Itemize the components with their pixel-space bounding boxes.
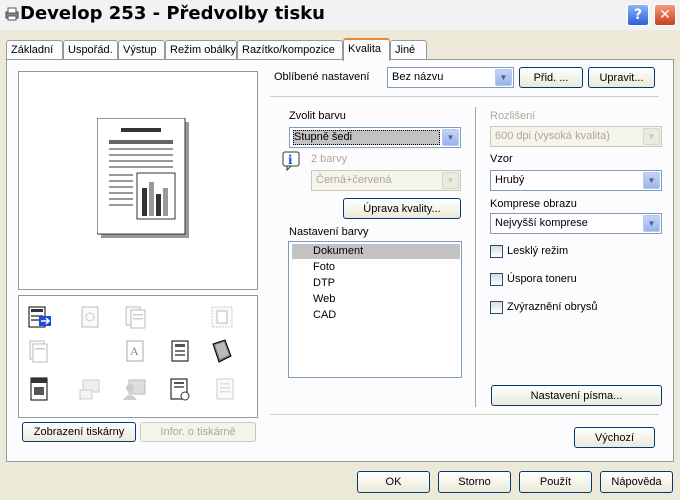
quality-adjust-button[interactable]: Úprava kvality... xyxy=(343,198,461,219)
printer-view-button[interactable]: Zobrazení tiskárny xyxy=(22,422,136,442)
user-icon xyxy=(123,379,146,400)
pattern-select[interactable]: Hrubý ▼ xyxy=(490,170,662,191)
resolution-value: 600 dpi (vysoká kvalita) xyxy=(495,130,610,142)
tab-zakladni[interactable]: Základní xyxy=(6,40,63,60)
form-icon xyxy=(171,340,189,362)
list-item[interactable]: Foto xyxy=(289,260,457,275)
favorites-value: Bez názvu xyxy=(392,71,444,83)
glossy-label: Lesklý režim xyxy=(507,245,569,257)
font-icon: A xyxy=(126,340,144,362)
tab-rezim-obalky[interactable]: Režim obálky xyxy=(165,40,237,60)
edge-enhance-checkbox[interactable] xyxy=(490,301,503,314)
chevron-down-icon: ▼ xyxy=(442,129,459,146)
compression-label: Komprese obrazu xyxy=(490,198,577,210)
two-colors-select: Černá+červená ▼ xyxy=(311,170,461,191)
chevron-down-icon: ▼ xyxy=(643,172,660,189)
tab-razitko[interactable]: Razítko/kompozice xyxy=(237,40,343,60)
favorites-label: Oblíbené nastavení xyxy=(274,71,370,83)
list-item[interactable]: DTP xyxy=(289,276,457,291)
feature-icon-panel: A xyxy=(18,295,258,418)
copies-icon xyxy=(29,340,48,363)
layout-icon xyxy=(28,306,51,328)
font-settings-button[interactable]: Nastavení písma... xyxy=(491,385,662,406)
printer-info-button: Infor. o tiskárně xyxy=(140,422,256,442)
chevron-down-icon: ▼ xyxy=(643,215,660,232)
compression-select[interactable]: Nejvyšší komprese ▼ xyxy=(490,213,662,234)
tab-jine[interactable]: Jiné xyxy=(390,40,427,60)
cancel-button[interactable]: Storno xyxy=(438,471,511,493)
toner-save-label: Úspora toneru xyxy=(507,273,577,285)
ok-button[interactable]: OK xyxy=(357,471,430,493)
booklet-icon xyxy=(125,306,146,329)
chevron-down-icon: ▼ xyxy=(643,128,660,145)
favorites-select[interactable]: Bez názvu ▼ xyxy=(387,67,514,88)
tab-vystup[interactable]: Výstup xyxy=(118,40,165,60)
chevron-down-icon: ▼ xyxy=(442,172,459,189)
chevron-down-icon: ▼ xyxy=(495,69,512,86)
svg-text:i: i xyxy=(288,153,293,167)
resolution-select: 600 dpi (vysoká kvalita) ▼ xyxy=(490,126,662,147)
color-select-value: Stupně šedi xyxy=(294,131,353,143)
svg-text:A: A xyxy=(130,344,139,358)
fax-icon xyxy=(79,379,100,400)
apply-button[interactable]: Použít xyxy=(519,471,592,493)
add-favorite-button[interactable]: Přid. ... xyxy=(519,67,583,88)
list-item[interactable]: CAD xyxy=(289,308,457,323)
title-bar: Develop 253 - Předvolby tisku ? ✕ xyxy=(0,0,680,30)
default-button[interactable]: Výchozí xyxy=(574,427,655,448)
divider-bottom xyxy=(270,414,659,415)
divider-vertical xyxy=(475,107,476,407)
window-title: Develop 253 - Předvolby tisku xyxy=(20,3,325,24)
printer-icon xyxy=(5,7,19,21)
two-colors-label: 2 barvy xyxy=(311,153,348,165)
fold-icon xyxy=(212,339,232,363)
tab-kvalita[interactable]: Kvalita xyxy=(343,38,390,61)
page-preview-icon xyxy=(97,118,189,238)
glossy-checkbox[interactable] xyxy=(490,245,503,258)
divider-top xyxy=(270,96,659,97)
settings-icon xyxy=(170,378,190,401)
info-icon: i xyxy=(282,151,300,171)
list-item[interactable]: Web xyxy=(289,292,457,307)
select-color-label: Zvolit barvu xyxy=(289,110,346,122)
color-settings-list[interactable]: Dokument Foto DTP Web CAD xyxy=(288,241,462,378)
color-settings-label: Nastavení barvy xyxy=(289,226,369,238)
toner-save-checkbox[interactable] xyxy=(490,273,503,286)
duplex-icon xyxy=(211,306,233,328)
watermark-icon xyxy=(216,378,234,400)
page-preview xyxy=(18,71,258,290)
edit-favorite-button[interactable]: Upravit... xyxy=(588,67,655,88)
list-item[interactable]: Dokument xyxy=(292,244,460,259)
resolution-label: Rozlišení xyxy=(490,110,536,122)
compression-value: Nejvyšší komprese xyxy=(495,217,588,229)
close-button[interactable]: ✕ xyxy=(654,4,676,26)
edge-enhance-label: Zvýraznění obrysů xyxy=(507,301,598,313)
two-colors-value: Černá+červená xyxy=(316,174,392,186)
pattern-value: Hrubý xyxy=(495,174,525,186)
tab-usporad[interactable]: Uspořád. xyxy=(63,40,118,60)
color-select[interactable]: Stupně šedi ▼ xyxy=(289,127,461,148)
help-title-button[interactable]: ? xyxy=(627,4,649,26)
pattern-label: Vzor xyxy=(490,153,513,165)
stapler-icon xyxy=(81,306,99,328)
cover-icon xyxy=(30,377,48,401)
help-button[interactable]: Nápověda xyxy=(600,471,673,493)
